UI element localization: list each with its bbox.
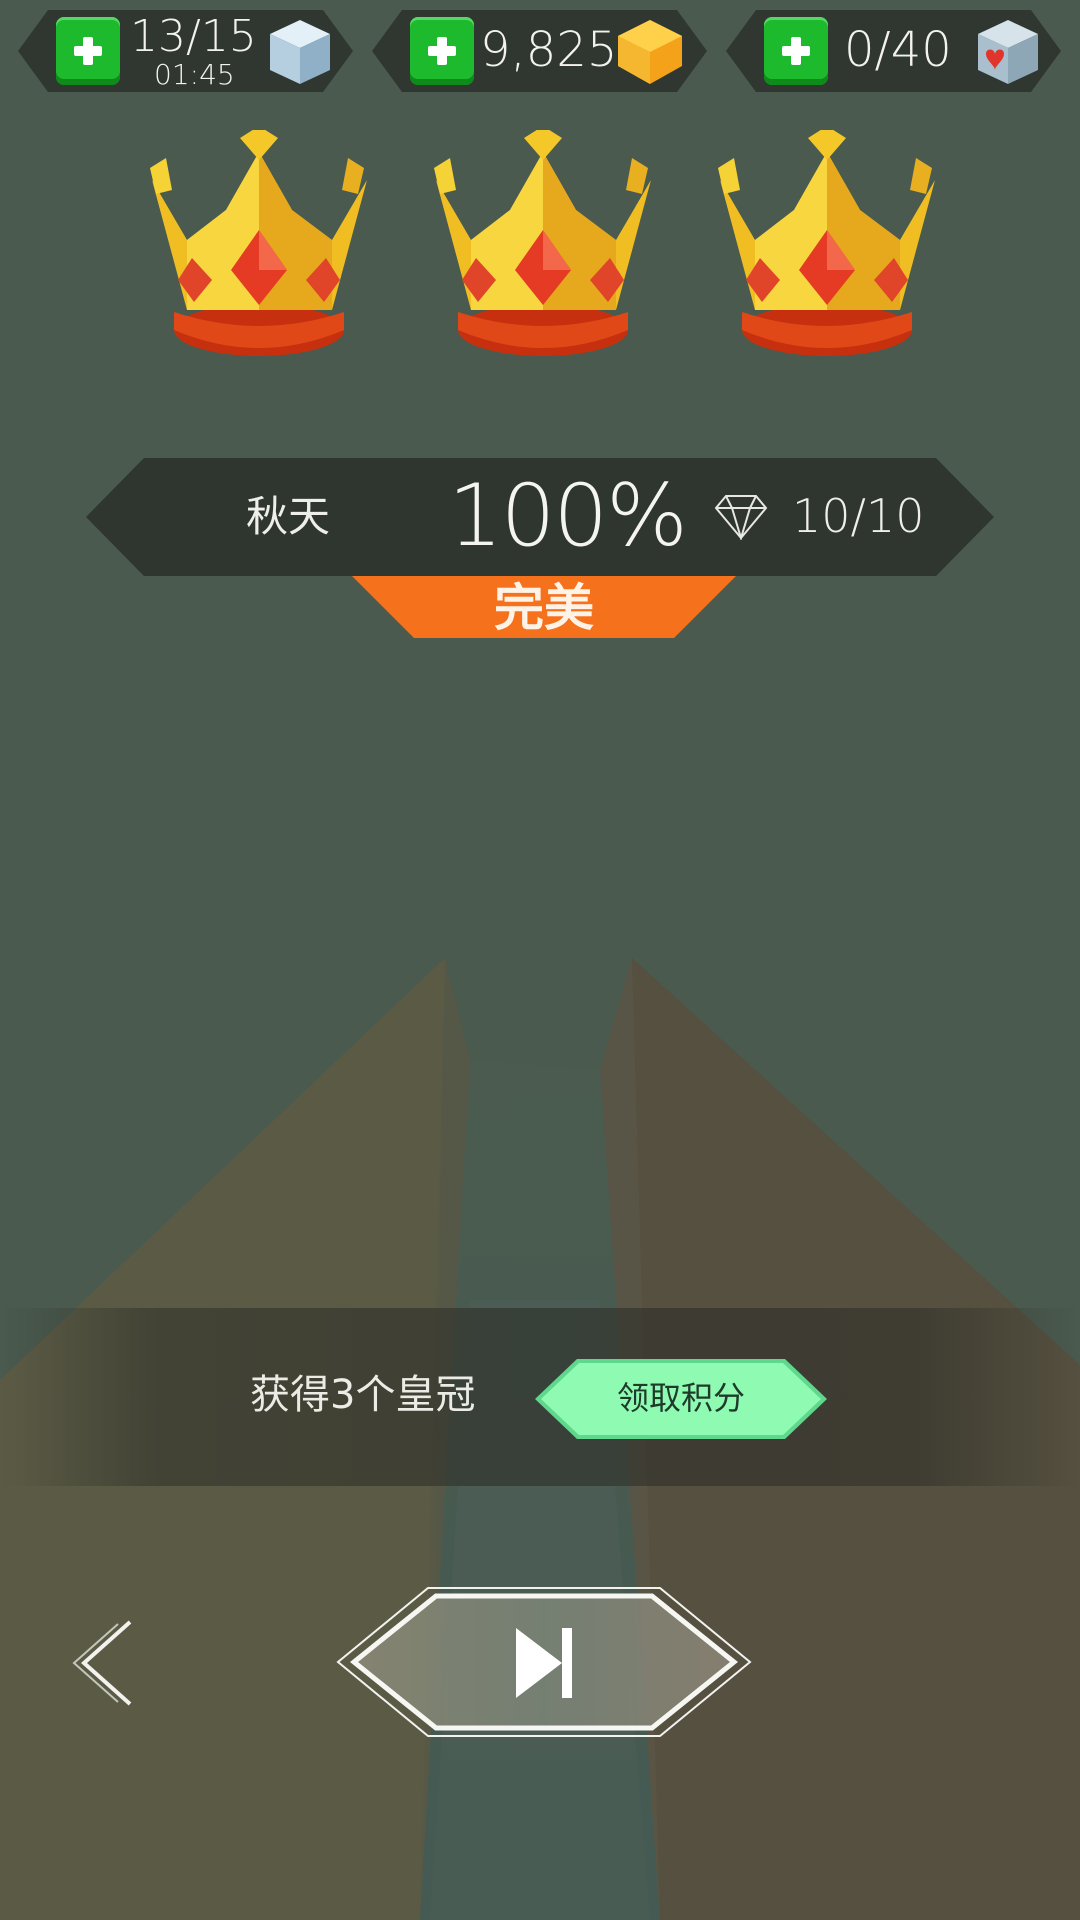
claim-points-label: 领取积分: [616, 1379, 745, 1417]
coin-value: 9,825: [480, 22, 618, 78]
grade-label: 完美: [494, 579, 594, 637]
completion-percent: 100%: [448, 466, 688, 566]
gold-gem-icon: [618, 20, 682, 84]
claim-points-button[interactable]: 领取积分: [533, 1357, 829, 1441]
heart-cube-icon: [978, 20, 1038, 84]
gem-count: 10/10: [792, 489, 925, 543]
energy-timer: 01:45: [154, 58, 235, 91]
grade-badge: 完美: [352, 576, 736, 638]
skip-next-icon: [516, 1628, 572, 1698]
diamond-icon: [714, 495, 768, 540]
level-name: 秋天: [246, 492, 331, 541]
result-banner: 秋天 100% 10/10: [86, 458, 994, 576]
add-coins-button[interactable]: [410, 17, 474, 85]
energy-counter: 13/15 01:45: [18, 10, 353, 92]
coin-counter: 9,825: [372, 10, 707, 92]
add-hearts-button[interactable]: [764, 17, 828, 85]
add-energy-button[interactable]: [56, 17, 120, 85]
gold-crown-icon: [718, 130, 935, 356]
chevron-left-icon[interactable]: [70, 1618, 134, 1708]
gold-crown-icon: [434, 130, 651, 356]
energy-value: 13/15: [130, 11, 257, 62]
reward-message: 获得3个皇冠: [250, 1372, 476, 1418]
ice-cube-icon: [270, 20, 330, 84]
heart-value: 0/40: [844, 22, 952, 78]
gold-crown-icon: [150, 130, 367, 356]
skip-next-button[interactable]: [332, 1584, 756, 1740]
heart-counter: 0/40: [726, 10, 1061, 92]
